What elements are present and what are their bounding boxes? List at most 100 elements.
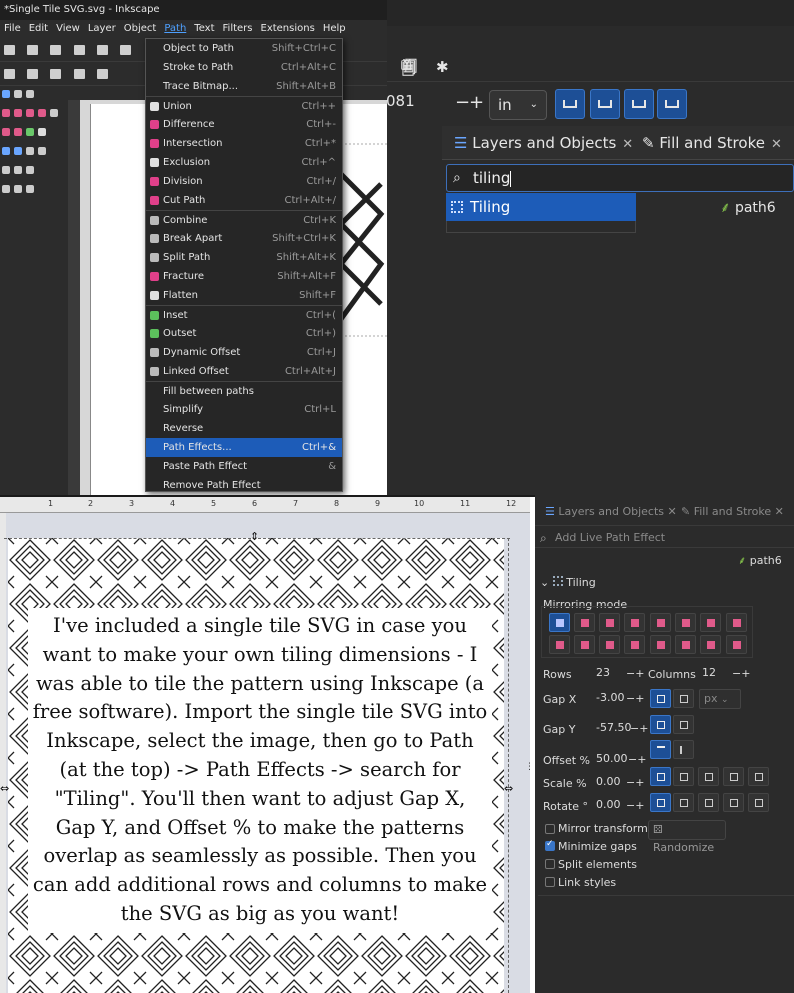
close-icon[interactable]: ✕ <box>771 137 782 152</box>
menu-item-inset[interactable]: Inset Ctrl+( <box>146 305 342 324</box>
paint-bucket-icon[interactable] <box>38 147 46 155</box>
rows-stepper[interactable]: −+ <box>626 667 644 680</box>
tab-layers-objects-bottom[interactable]: ☰ Layers and Objects ✕ <box>545 505 677 518</box>
interp-toggle-3[interactable] <box>698 767 719 786</box>
select-all-layers-icon[interactable] <box>27 69 39 79</box>
rotate-icon[interactable] <box>73 69 85 79</box>
gapy-stepper[interactable]: −+ <box>630 722 648 735</box>
mirror-mode-2[interactable] <box>574 613 595 632</box>
gapx-unit-toggle-2[interactable] <box>673 689 694 708</box>
menu-text[interactable]: Text <box>190 20 218 38</box>
pages-tool-icon[interactable] <box>26 185 34 193</box>
close-icon[interactable]: ✕ <box>775 505 784 518</box>
menu-item-path-effects[interactable]: Path Effects... Ctrl+& <box>146 438 342 457</box>
menu-item-flatten[interactable]: Flatten Shift+F <box>146 286 342 305</box>
mirror-mode-14[interactable] <box>675 635 696 654</box>
mirror-mode-15[interactable] <box>700 635 721 654</box>
effect-header[interactable]: ⌄ Tiling <box>540 576 596 589</box>
open-icon[interactable] <box>27 45 39 55</box>
gapx-input[interactable]: -3.00 <box>592 689 626 709</box>
menu-item-intersection[interactable]: Intersection Ctrl+* <box>146 134 342 153</box>
measure-tool-icon[interactable] <box>2 185 10 193</box>
link-styles-checkbox[interactable] <box>545 877 555 887</box>
tweak-tool-icon[interactable] <box>26 90 34 98</box>
menu-path[interactable]: Path <box>160 20 190 38</box>
menu-item-outset[interactable]: Outset Ctrl+) <box>146 324 342 343</box>
lpe-search-input[interactable]: ⌕ tiling <box>446 164 794 192</box>
export-icon[interactable] <box>119 45 131 55</box>
flip-icon[interactable] <box>96 69 108 79</box>
menu-item-fill-between-paths[interactable]: Fill between paths <box>146 381 342 400</box>
print-icon[interactable] <box>73 45 85 55</box>
scale-stepper[interactable]: −+ <box>626 776 644 789</box>
gapy-toggle-2[interactable] <box>673 715 694 734</box>
menu-item-paste-path-effect[interactable]: Paste Path Effect & <box>146 457 342 476</box>
gradient-tool-icon[interactable] <box>2 147 10 155</box>
import-icon[interactable] <box>96 45 108 55</box>
menu-item-linked-offset[interactable]: Linked Offset Ctrl+Alt+J <box>146 362 342 381</box>
canvas-scroll-handle[interactable]: ⋮ <box>525 762 534 772</box>
mirror-mode-4[interactable] <box>624 613 645 632</box>
menu-item-trace-bitmap[interactable]: Trace Bitmap... Shift+Alt+B <box>146 77 342 96</box>
rotate-toggle-5[interactable] <box>748 793 769 812</box>
spiral-tool-icon[interactable] <box>50 109 58 117</box>
menu-item-cut-path[interactable]: Cut Path Ctrl+Alt+/ <box>146 191 342 210</box>
menu-item-union[interactable]: Union Ctrl++ <box>146 96 342 115</box>
connector-tool-icon[interactable] <box>26 166 34 174</box>
node-tool-icon[interactable] <box>14 90 22 98</box>
interp-toggle-2[interactable] <box>673 767 694 786</box>
menu-item-simplify[interactable]: Simplify Ctrl+L <box>146 400 342 419</box>
rotate-toggle-2[interactable] <box>673 793 694 812</box>
menu-item-dynamic-offset[interactable]: Dynamic Offset Ctrl+J <box>146 343 342 362</box>
align-button-3[interactable] <box>624 89 654 119</box>
menu-item-division[interactable]: Division Ctrl+/ <box>146 172 342 191</box>
spray-tool-icon[interactable] <box>2 166 10 174</box>
rotate-toggle-4[interactable] <box>723 793 744 812</box>
mirror-mode-3[interactable] <box>599 613 620 632</box>
scale-handle-left[interactable]: ⇔ <box>0 782 9 795</box>
minus-button[interactable]: − <box>455 92 470 113</box>
interp-toggle-5[interactable] <box>748 767 769 786</box>
gapy-input[interactable]: -57.50 <box>592 719 632 739</box>
mirror-mode-10[interactable] <box>574 635 595 654</box>
menu-layer[interactable]: Layer <box>84 20 120 38</box>
mirror-mode-5[interactable] <box>650 613 671 632</box>
mirror-mode-12[interactable] <box>624 635 645 654</box>
tab-layers-objects[interactable]: ☰ Layers and Objects ✕ <box>454 126 633 160</box>
unit-select[interactable]: in ⌄ <box>489 90 547 120</box>
close-icon[interactable]: ✕ <box>622 137 633 152</box>
star-tool-icon[interactable] <box>26 109 34 117</box>
mirror-mode-8[interactable] <box>726 613 747 632</box>
pen-tool-icon[interactable] <box>2 128 10 136</box>
scale-input[interactable]: 0.00 <box>592 773 626 793</box>
menu-item-reverse[interactable]: Reverse <box>146 419 342 438</box>
align-toggle-2[interactable] <box>673 740 694 759</box>
menu-item-object-to-path[interactable]: Object to Path Shift+Ctrl+C <box>146 39 342 58</box>
offset-stepper[interactable]: −+ <box>628 753 646 766</box>
pencil-tool-icon[interactable] <box>14 128 22 136</box>
mirror-mode-11[interactable] <box>599 635 620 654</box>
plus-button[interactable]: + <box>469 92 484 113</box>
close-icon[interactable]: ✕ <box>668 505 677 518</box>
align-button-1[interactable] <box>555 89 585 119</box>
interp-toggle-1[interactable] <box>650 767 671 786</box>
rect-tool-icon[interactable] <box>2 109 10 117</box>
rotate-input[interactable]: 0.00 <box>592 796 626 816</box>
menu-item-split-path[interactable]: Split Path Shift+Alt+K <box>146 248 342 267</box>
calligraphy-tool-icon[interactable] <box>26 128 34 136</box>
menu-file[interactable]: File <box>0 20 25 38</box>
align-toggle-1[interactable] <box>650 740 671 759</box>
menu-item-exclusion[interactable]: Exclusion Ctrl+^ <box>146 153 342 172</box>
zoom-selection-icon[interactable]: ⧉ <box>403 58 419 76</box>
select-all-icon[interactable] <box>4 69 15 79</box>
zoom-tool-icon[interactable] <box>14 185 22 193</box>
mesh-tool-icon[interactable] <box>14 147 22 155</box>
menu-filters[interactable]: Filters <box>219 20 257 38</box>
mirror-mode-1[interactable] <box>549 613 570 632</box>
mirror-transforms-checkbox[interactable] <box>545 824 555 834</box>
menu-object[interactable]: Object <box>120 20 161 38</box>
menu-item-break-apart[interactable]: Break Apart Shift+Ctrl+K <box>146 229 342 248</box>
menu-item-stroke-to-path[interactable]: Stroke to Path Ctrl+Alt+C <box>146 58 342 77</box>
text-tool-icon[interactable] <box>38 128 46 136</box>
menu-item-combine[interactable]: Combine Ctrl+K <box>146 210 342 229</box>
